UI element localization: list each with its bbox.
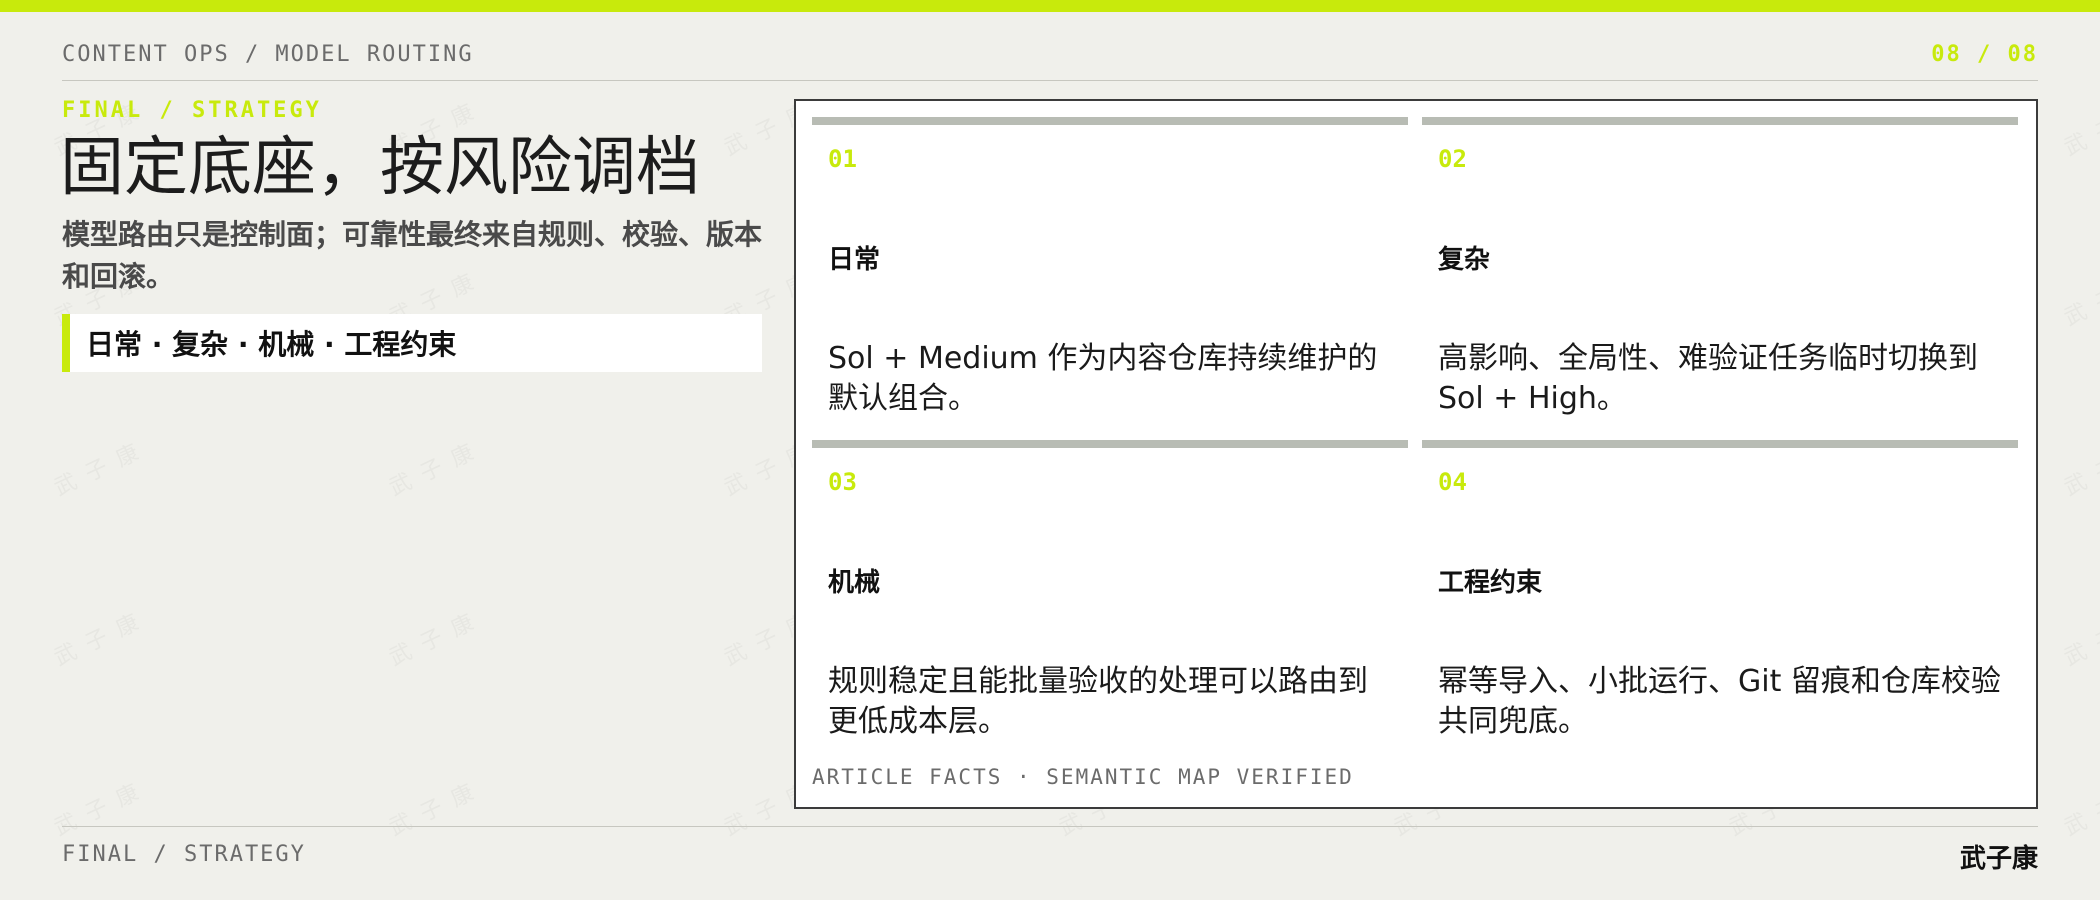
footer-divider bbox=[62, 826, 2038, 827]
page-subtitle: 模型路由只是控制面；可靠性最终来自规则、校验、版本和回滚。 bbox=[62, 218, 763, 293]
card-body: 高影响、全局性、难验证任务临时切换到 Sol + High。 bbox=[1438, 341, 1978, 416]
watermark-text: 武子康 bbox=[50, 435, 154, 502]
category-tag-label: 日常 · 复杂 · 机械 · 工程约束 bbox=[86, 328, 457, 361]
watermark-text: 武子康 bbox=[2060, 435, 2100, 502]
watermark-text: 武子康 bbox=[2060, 265, 2100, 332]
card-title: 机械 bbox=[828, 568, 881, 598]
footer-section-label: FINAL / STRATEGY bbox=[62, 842, 306, 867]
page-title: 固定底座，按风险调档 bbox=[60, 131, 700, 205]
card-number: 02 bbox=[1438, 145, 1467, 173]
strategy-card-02: 02 复杂 高影响、全局性、难验证任务临时切换到 Sol + High。 bbox=[1422, 117, 2018, 431]
watermark-text: 武子康 bbox=[2060, 95, 2100, 162]
page-counter: 08 / 08 bbox=[1931, 42, 2038, 67]
card-body: 规则稳定且能批量验收的处理可以路由到更低成本层。 bbox=[828, 664, 1368, 739]
watermark-text: 武子康 bbox=[50, 605, 154, 672]
footer-author: 武子康 bbox=[1959, 844, 2038, 874]
card-number: 03 bbox=[828, 468, 857, 496]
watermark-text: 武子康 bbox=[385, 435, 489, 502]
strategy-card-panel: 01 日常 Sol + Medium 作为内容仓库持续维护的默认组合。 02 复… bbox=[794, 99, 2038, 809]
strategy-card-04: 04 工程约束 幂等导入、小批运行、Git 留痕和仓库校验共同兜底。 bbox=[1422, 440, 2018, 754]
watermark-text: 武子康 bbox=[385, 605, 489, 672]
strategy-card-03: 03 机械 规则稳定且能批量验收的处理可以路由到更低成本层。 bbox=[812, 440, 1408, 754]
panel-footer-note: ARTICLE FACTS · SEMANTIC MAP VERIFIED bbox=[812, 765, 1354, 789]
category-tag-box: 日常 · 复杂 · 机械 · 工程约束 bbox=[62, 314, 762, 372]
watermark-text: 武子康 bbox=[50, 775, 154, 842]
watermark-text: 武子康 bbox=[2060, 775, 2100, 842]
breadcrumb: CONTENT OPS / MODEL ROUTING bbox=[62, 42, 474, 67]
card-title: 日常 bbox=[828, 245, 881, 275]
section-kicker: FINAL / STRATEGY bbox=[62, 98, 322, 123]
card-number: 04 bbox=[1438, 468, 1467, 496]
card-title: 工程约束 bbox=[1438, 568, 1543, 598]
card-title: 复杂 bbox=[1438, 245, 1491, 275]
card-number: 01 bbox=[828, 145, 857, 173]
card-body: Sol + Medium 作为内容仓库持续维护的默认组合。 bbox=[828, 341, 1378, 416]
header-divider bbox=[62, 80, 2038, 81]
watermark-text: 武子康 bbox=[385, 775, 489, 842]
card-body: 幂等导入、小批运行、Git 留痕和仓库校验共同兜底。 bbox=[1438, 664, 2001, 739]
strategy-card-01: 01 日常 Sol + Medium 作为内容仓库持续维护的默认组合。 bbox=[812, 117, 1408, 431]
watermark-text: 武子康 bbox=[2060, 605, 2100, 672]
accent-top-bar bbox=[0, 0, 2100, 12]
